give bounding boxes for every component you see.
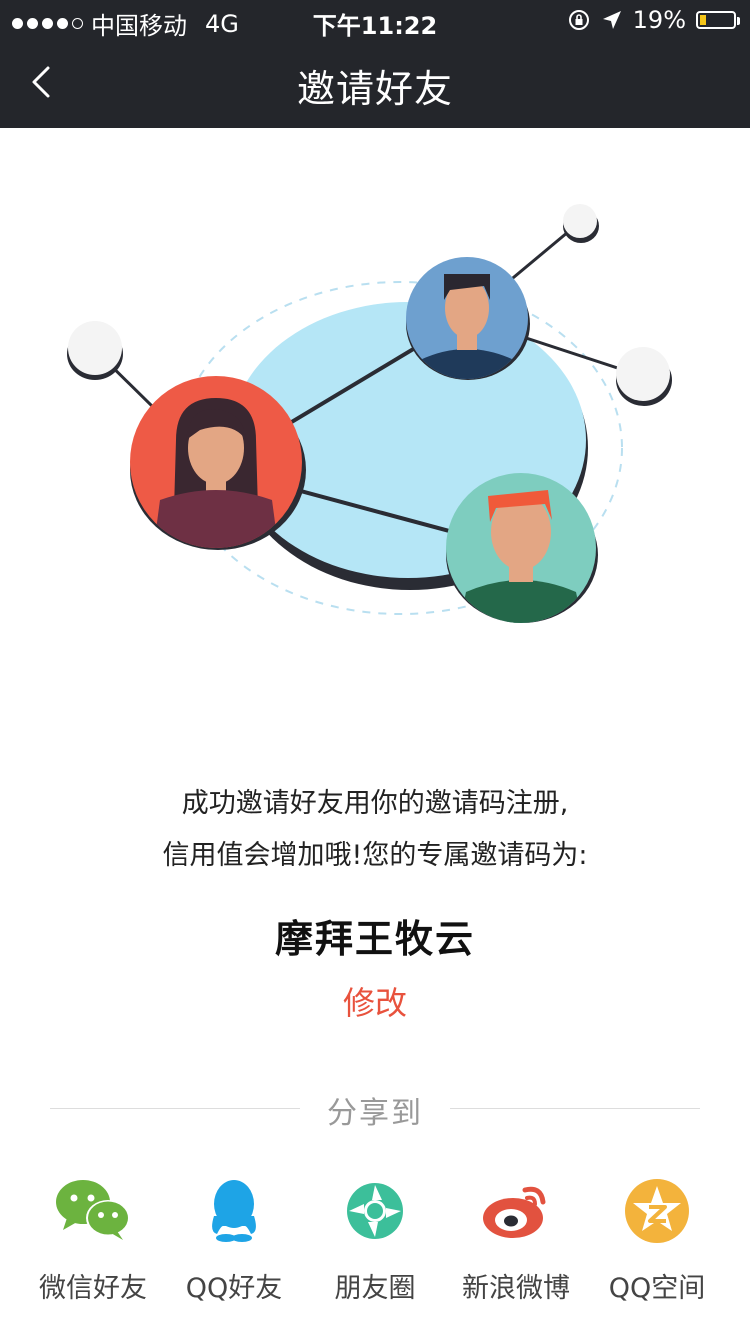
page-title: 邀请好友: [296, 67, 453, 111]
share-divider-right: [450, 1108, 700, 1109]
wechat-icon: [56, 1180, 130, 1240]
weibo-icon: [483, 1186, 546, 1238]
description-line-1: 成功邀请好友用你的邀请码注册,: [181, 788, 569, 819]
share-sina-weibo[interactable]: 新浪微博: [441, 1176, 591, 1305]
location-arrow-icon: [602, 11, 621, 29]
node-dot: [563, 204, 599, 243]
node-dot: [616, 347, 672, 406]
moments-icon: [347, 1183, 403, 1239]
share-item-label: 朋友圈: [334, 1273, 416, 1304]
share-qq-friends[interactable]: QQ好友: [159, 1176, 309, 1305]
rotation-lock-icon: [568, 10, 589, 30]
top-bar: 中国移动 4G 下午11:22 19% 邀请好友: [0, 0, 750, 128]
share-item-label: 新浪微博: [462, 1273, 570, 1304]
share-item-label: QQ好友: [185, 1273, 283, 1304]
share-item-label: QQ空间: [608, 1273, 706, 1304]
man-avatar-red-hair: [446, 473, 598, 623]
share-qzone[interactable]: QQ空间: [582, 1176, 732, 1305]
invite-description: 成功邀请好友用你的邀请码注册, 信用值会增加哦!您的专属邀请码为:: [0, 778, 750, 882]
node-dot: [67, 321, 123, 380]
share-options: 微信好友 QQ好友 朋友圈 新浪微博 QQ空间: [0, 1176, 750, 1326]
battery-percent: 19%: [632, 6, 686, 34]
invite-code: 摩拜王牧云: [274, 917, 475, 961]
share-item-label: 微信好友: [39, 1273, 147, 1304]
battery-icon: [696, 11, 740, 29]
share-moments[interactable]: 朋友圈: [300, 1176, 450, 1305]
share-wechat-friends[interactable]: 微信好友: [18, 1176, 168, 1305]
status-bar: 中国移动 4G 下午11:22 19%: [0, 0, 750, 40]
invite-friends-illustration: [67, 204, 672, 623]
qq-icon: [212, 1180, 256, 1242]
description-line-2: 信用值会增加哦!您的专属邀请码为:: [162, 840, 588, 871]
qzone-icon: [625, 1179, 689, 1243]
edit-invite-code-link[interactable]: 修改: [0, 978, 750, 1024]
share-to-label: 分享到: [327, 1096, 423, 1131]
